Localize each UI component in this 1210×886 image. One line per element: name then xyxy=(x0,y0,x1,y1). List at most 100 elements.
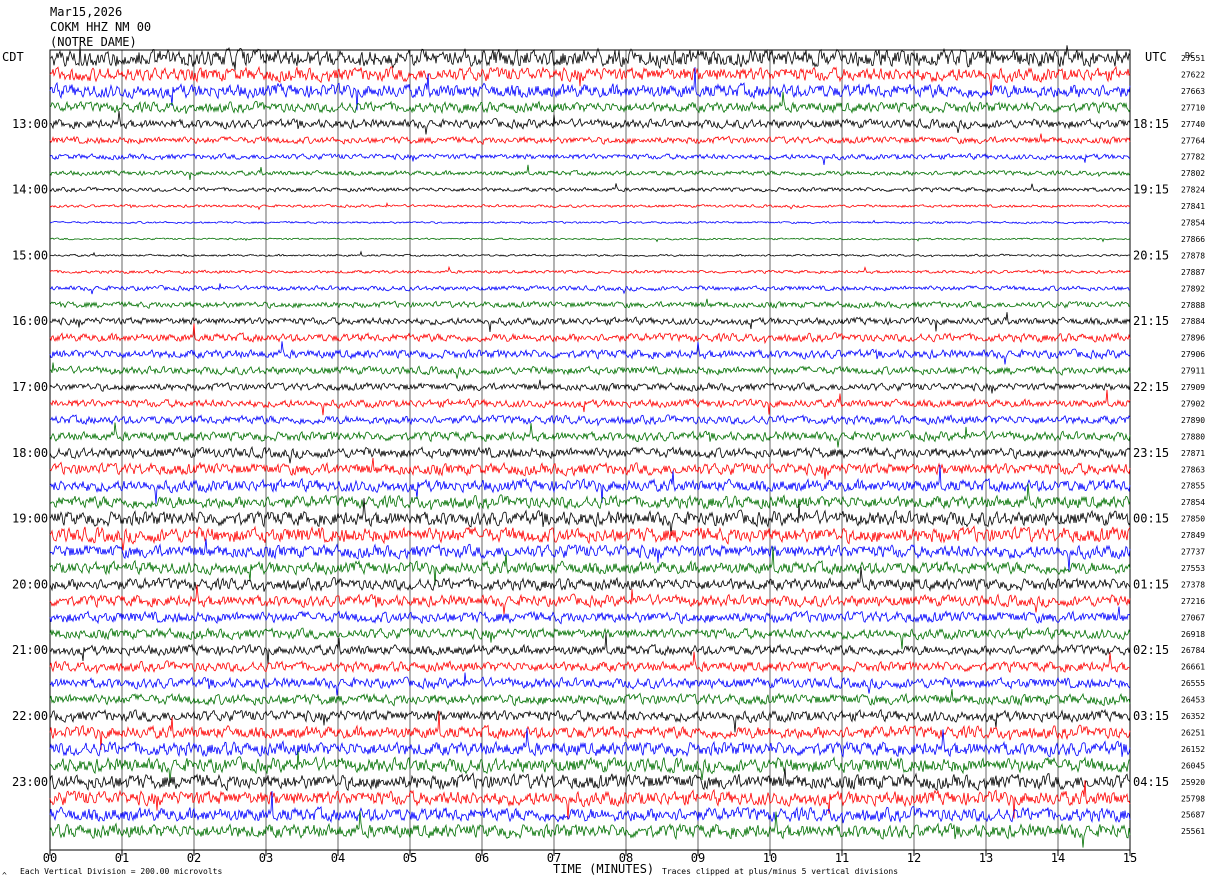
dc-offset-34: 27216 xyxy=(1181,597,1205,606)
seismic-trace-34 xyxy=(49,584,1131,615)
clip-note: Traces clipped at plus/minus 5 vertical … xyxy=(662,867,898,876)
left-hour-label-8: 20:00 xyxy=(12,577,48,591)
dc-offset-44: 26045 xyxy=(1181,761,1205,770)
dc-offset-45: 25920 xyxy=(1181,778,1205,787)
right-hour-label-11: 04:15 xyxy=(1133,775,1169,789)
right-hour-label-3: 20:15 xyxy=(1133,248,1169,262)
dc-offset-48: 25561 xyxy=(1181,827,1205,836)
seismic-trace-17 xyxy=(49,312,1131,332)
trace-group xyxy=(49,45,1131,848)
record-date: Mar15,2026 xyxy=(50,5,122,19)
dc-offset-36: 26918 xyxy=(1181,630,1205,639)
seismic-trace-30 xyxy=(49,525,1131,551)
dc-offset-46: 25798 xyxy=(1181,794,1205,803)
left-hour-label-9: 21:00 xyxy=(12,643,48,657)
seismic-trace-7 xyxy=(49,152,1131,165)
seismic-trace-15 xyxy=(49,283,1131,295)
left-hour-label-4: 16:00 xyxy=(12,314,48,328)
right-timezone-label: UTC xyxy=(1145,50,1167,64)
dc-offset-27: 27855 xyxy=(1181,482,1205,491)
seismic-trace-6 xyxy=(49,133,1131,145)
helicorder-plot: Mar15,2026 COKM HHZ NM 00 (NOTRE DAME) C… xyxy=(2,5,1205,880)
seismic-trace-26 xyxy=(49,457,1131,480)
seismic-trace-21 xyxy=(49,379,1131,394)
dc-offset-25: 27871 xyxy=(1181,449,1205,458)
seismic-trace-35 xyxy=(49,606,1131,625)
dc-offset-20: 27911 xyxy=(1181,367,1205,376)
seismic-trace-10 xyxy=(49,202,1130,211)
dc-offset-26: 27863 xyxy=(1181,465,1205,474)
dc-offset-40: 26453 xyxy=(1181,696,1205,705)
seismic-trace-43 xyxy=(49,728,1131,758)
dc-offset-10: 27841 xyxy=(1181,202,1205,211)
left-hour-label-11: 23:00 xyxy=(12,775,48,789)
network-name: (NOTRE DAME) xyxy=(50,35,137,49)
left-hour-labels: 13:00 14:00 15:00 16:00 17:00 18:00 19:00 20:00… xyxy=(12,117,48,789)
dc-offset-labels: 27551 27622 27663 27710 27740 27764 27782 27802… xyxy=(1181,54,1205,836)
right-hour-label-2: 19:15 xyxy=(1133,183,1169,197)
seismic-trace-9 xyxy=(49,183,1131,193)
dc-offset-13: 27878 xyxy=(1181,251,1205,260)
seismic-trace-36 xyxy=(49,626,1131,650)
right-hour-label-5: 22:15 xyxy=(1133,380,1169,394)
left-hour-label-6: 18:00 xyxy=(12,446,48,460)
x-axis-label: TIME (MINUTES) xyxy=(553,862,654,876)
dc-offset-33: 27378 xyxy=(1181,580,1205,589)
dc-offset-11: 27854 xyxy=(1181,219,1205,228)
dc-offset-38: 26661 xyxy=(1181,663,1205,672)
dc-offset-9: 27824 xyxy=(1181,186,1205,195)
station-channel: COKM HHZ NM 00 xyxy=(50,20,151,34)
dc-offset-22: 27902 xyxy=(1181,399,1205,408)
left-hour-label-7: 19:00 xyxy=(12,512,48,526)
dc-offset-16: 27888 xyxy=(1181,301,1205,310)
right-hour-label-4: 21:15 xyxy=(1133,314,1169,328)
dc-offset-29: 27850 xyxy=(1181,515,1205,524)
seismic-trace-23 xyxy=(49,414,1131,427)
x-tick-label-10: 10 xyxy=(763,851,777,865)
seismic-trace-14 xyxy=(49,265,1131,275)
dc-offset-31: 27737 xyxy=(1181,548,1205,557)
dc-offset-18: 27896 xyxy=(1181,334,1205,343)
x-tick-label-06: 06 xyxy=(475,851,489,865)
right-hour-label-8: 01:15 xyxy=(1133,577,1169,591)
left-hour-label-5: 17:00 xyxy=(12,380,48,394)
dc-offset-35: 27067 xyxy=(1181,613,1205,622)
seismic-trace-33 xyxy=(49,566,1131,592)
x-tick-label-12: 12 xyxy=(907,851,921,865)
seismic-trace-45 xyxy=(49,767,1131,792)
x-tick-label-14: 14 xyxy=(1051,851,1065,865)
dc-offset-17: 27884 xyxy=(1181,317,1205,326)
x-tick-label-01: 01 xyxy=(115,851,129,865)
dc-offset-14: 27887 xyxy=(1181,268,1205,277)
seismic-trace-40 xyxy=(49,689,1131,707)
x-tick-label-09: 09 xyxy=(691,851,705,865)
dc-offset-30: 27849 xyxy=(1181,531,1205,540)
seismic-trace-22 xyxy=(49,389,1131,416)
x-tick-label-11: 11 xyxy=(835,851,849,865)
dc-offset-15: 27892 xyxy=(1181,284,1205,293)
scale-note: Each Vertical Division = 200.00 microvol… xyxy=(20,867,222,876)
dc-offset-23: 27890 xyxy=(1181,416,1205,425)
dc-offset-12: 27866 xyxy=(1181,235,1205,244)
x-tick-label-15: 15 xyxy=(1123,851,1137,865)
dc-offset-5: 27740 xyxy=(1181,120,1205,129)
left-hour-label-3: 15:00 xyxy=(12,248,48,262)
corner-mark: ^ xyxy=(2,871,7,880)
seismic-trace-8 xyxy=(49,164,1131,180)
left-hour-label-1: 13:00 xyxy=(12,117,48,131)
right-hour-label-9: 02:15 xyxy=(1133,643,1169,657)
x-tick-label-05: 05 xyxy=(403,851,417,865)
dc-offset-32: 27553 xyxy=(1181,564,1205,573)
dc-offset-3: 27663 xyxy=(1181,87,1205,96)
seismic-trace-1 xyxy=(50,45,1131,71)
dc-offset-41: 26352 xyxy=(1181,712,1205,721)
seismic-trace-16 xyxy=(49,298,1131,309)
seismic-trace-13 xyxy=(50,250,1131,258)
seismic-trace-37 xyxy=(49,632,1131,665)
seismic-trace-24 xyxy=(49,422,1131,448)
x-tick-label-02: 02 xyxy=(187,851,201,865)
dc-offset-28: 27854 xyxy=(1181,498,1205,507)
seismic-trace-11 xyxy=(49,219,1131,225)
right-hour-label-7: 00:15 xyxy=(1133,512,1169,526)
dc-offset-24: 27880 xyxy=(1181,432,1205,441)
